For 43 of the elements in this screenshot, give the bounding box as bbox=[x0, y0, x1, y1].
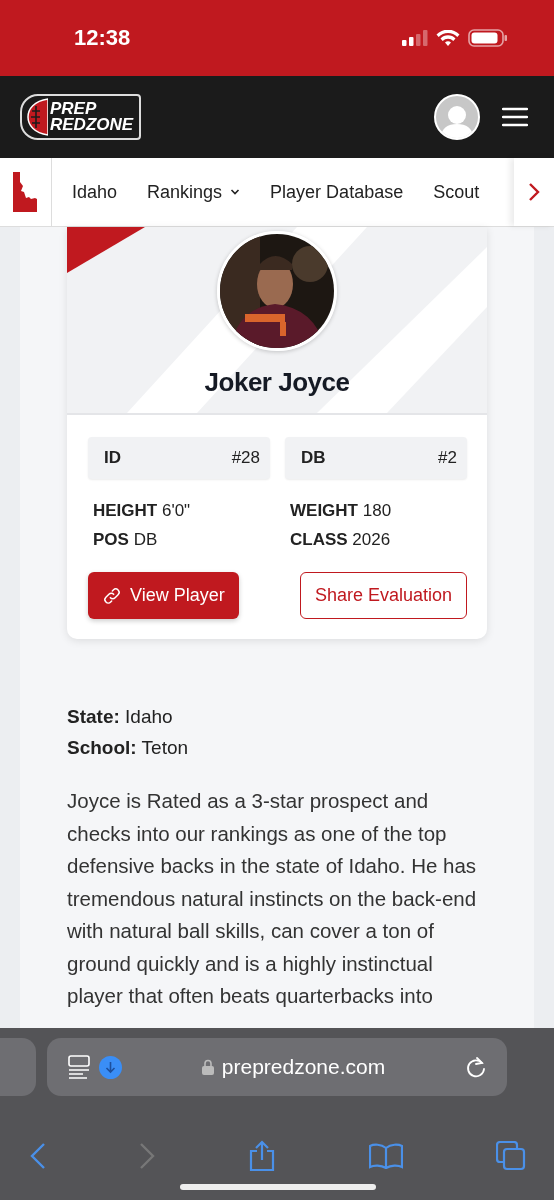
player-name: Joker Joyce bbox=[204, 367, 350, 398]
idaho-map-icon[interactable] bbox=[12, 172, 39, 212]
address-bar[interactable]: prepredzone.com bbox=[47, 1038, 507, 1096]
detail-text: HEIGHT 6'0" bbox=[93, 501, 192, 521]
lock-icon bbox=[201, 1059, 214, 1075]
nav-link[interactable]: Scout bbox=[433, 181, 480, 203]
nav-link[interactable]: Idaho bbox=[72, 181, 118, 203]
nav-link[interactable]: Player Database bbox=[270, 181, 404, 203]
link-icon bbox=[102, 585, 122, 606]
football-icon bbox=[26, 98, 48, 136]
share-evaluation-button[interactable]: Share Evaluation bbox=[299, 572, 467, 619]
view-player-button[interactable]: View Player bbox=[88, 572, 239, 619]
tabs-icon[interactable] bbox=[496, 1141, 526, 1171]
rank-value: #2 bbox=[438, 448, 457, 468]
reader-icon[interactable] bbox=[67, 1055, 93, 1079]
rank-label: DB bbox=[301, 448, 326, 468]
book-icon[interactable] bbox=[369, 1143, 403, 1169]
detail-text: POS DB bbox=[93, 530, 159, 550]
profile-avatar[interactable] bbox=[434, 94, 480, 140]
download-icon[interactable] bbox=[99, 1055, 122, 1079]
wifi-icon bbox=[436, 29, 460, 47]
battery-icon bbox=[468, 29, 508, 47]
detail-text: CLASS 2026 bbox=[290, 530, 392, 550]
evaluation-paragraph: Joyce is Rated as a 3-star prospect and checks into our rankings as one of the top defensive backs in the state of Idaho. He has tremendous natural instincts on the back-end with natural ball skills, can cover a ton of ground quickly and is a highly instinctual player that often beats quarterbacks into bbox=[67, 788, 478, 1009]
logo-text: REDZONE bbox=[50, 117, 134, 133]
logo-text: PREP bbox=[50, 101, 98, 117]
info-text: State: Idaho bbox=[67, 705, 174, 729]
nav-link[interactable]: Rankings bbox=[147, 181, 241, 203]
signal-icon bbox=[402, 30, 428, 46]
detail-text: WEIGHT 180 bbox=[290, 501, 393, 521]
chevron-down-icon bbox=[230, 189, 241, 195]
rank-label: ID bbox=[104, 448, 121, 468]
rank-value: #28 bbox=[231, 448, 260, 468]
site-logo[interactable]: PREP REDZONE bbox=[20, 94, 142, 140]
forward-icon[interactable] bbox=[139, 1142, 155, 1170]
back-icon[interactable] bbox=[30, 1142, 46, 1170]
status-time: 12:38 bbox=[74, 25, 131, 51]
share-icon[interactable] bbox=[248, 1140, 276, 1172]
info-text: School: Teton bbox=[67, 736, 190, 760]
menu-icon[interactable] bbox=[502, 107, 528, 127]
url-text: prepredzone.com bbox=[221, 1055, 386, 1079]
chevron-right-icon[interactable] bbox=[528, 182, 540, 202]
reload-icon[interactable] bbox=[465, 1055, 487, 1079]
